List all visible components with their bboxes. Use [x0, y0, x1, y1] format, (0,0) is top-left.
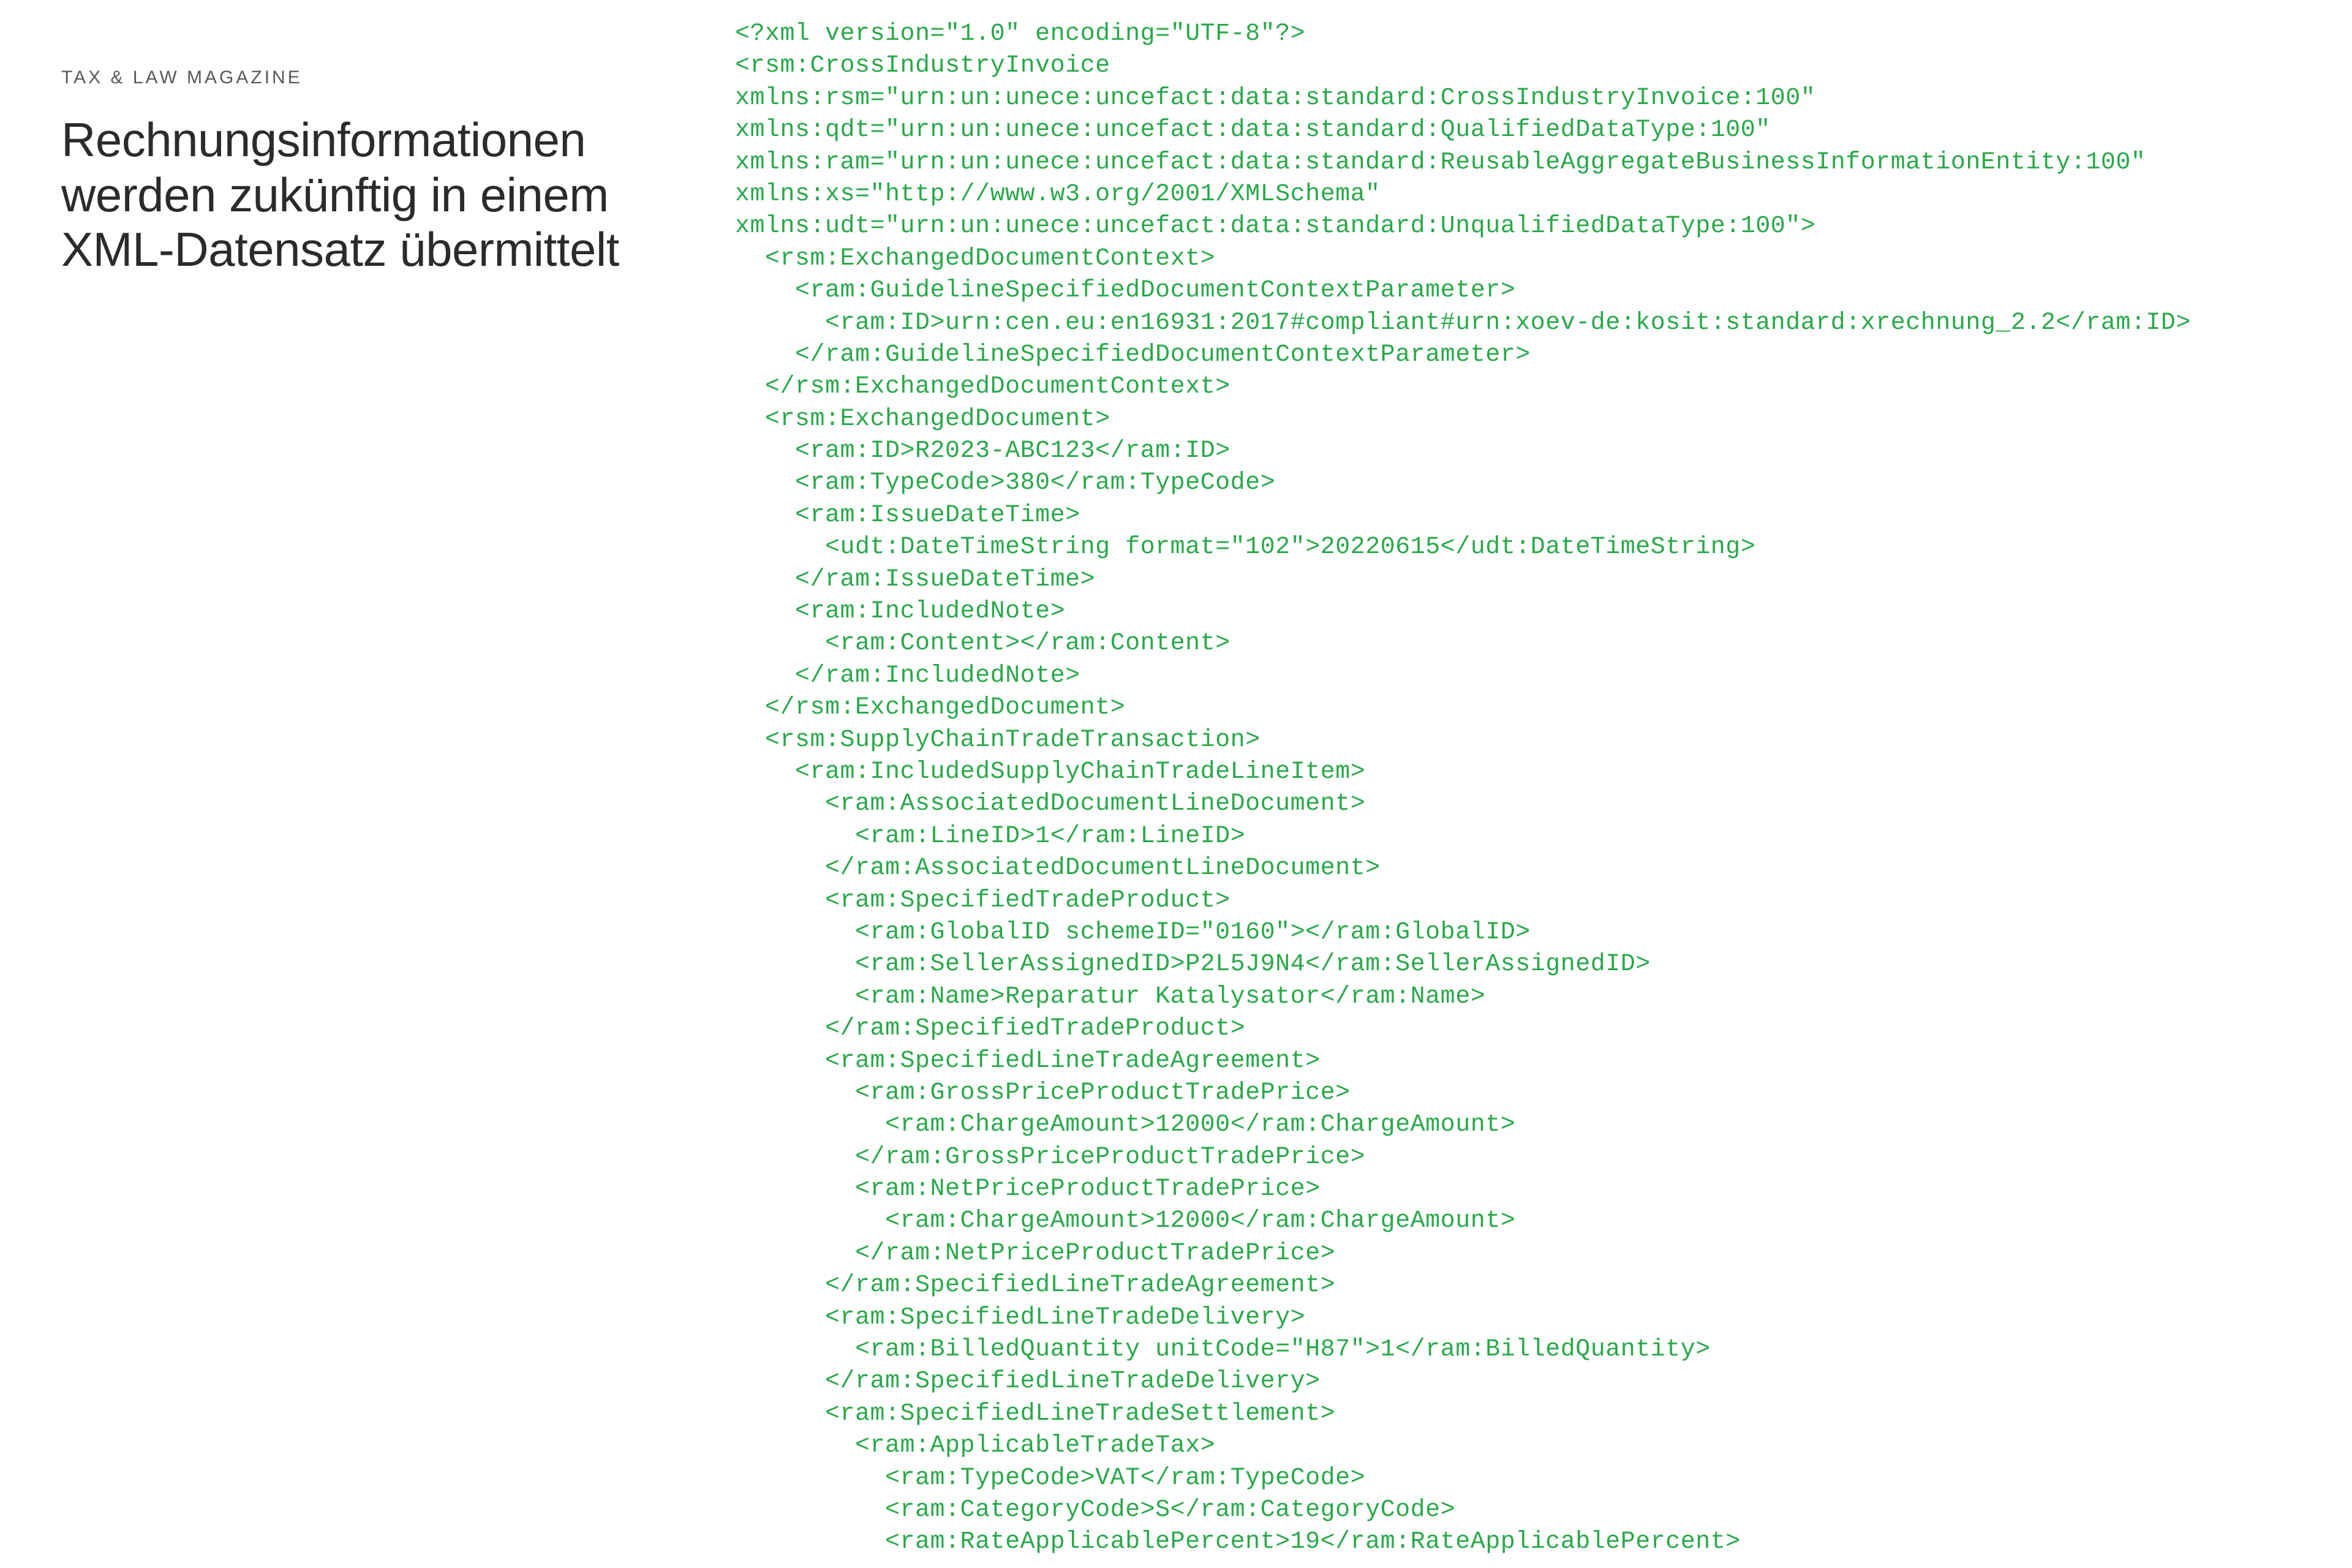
- xml-line: <ram:LineID>1</ram:LineID>: [735, 823, 1245, 850]
- page-root: TAX & LAW MAGAZINE Rechnungsinformatione…: [0, 0, 2352, 1559]
- xml-line: </ram:IssueDateTime>: [735, 566, 1095, 594]
- xml-line: </ram:SpecifiedLineTradeDelivery>: [735, 1368, 1321, 1395]
- xml-line: <rsm:ExchangedDocument>: [735, 405, 1110, 433]
- xml-line: <ram:GuidelineSpecifiedDocumentContextPa…: [735, 277, 1515, 304]
- xml-line: <ram:GlobalID schemeID="0160"></ram:Glob…: [735, 919, 1531, 946]
- xml-line: </ram:GuidelineSpecifiedDocumentContextP…: [735, 341, 1531, 369]
- xml-line: <ram:AssociatedDocumentLineDocument>: [735, 790, 1365, 818]
- xml-line: <ram:SpecifiedTradeProduct>: [735, 887, 1231, 914]
- xml-code-block: <?xml version="1.0" encoding="UTF-8"?> <…: [735, 18, 2291, 1559]
- xml-line: xmlns:udt="urn:un:unece:uncefact:data:st…: [735, 213, 1815, 240]
- xml-line: <ram:SpecifiedLineTradeDelivery>: [735, 1304, 1305, 1332]
- xml-line: <rsm:ExchangedDocumentContext>: [735, 245, 1215, 273]
- xml-line: <ram:GrossPriceProductTradePrice>: [735, 1079, 1351, 1107]
- xml-line: xmlns:rsm="urn:un:unece:uncefact:data:st…: [735, 85, 1815, 112]
- xml-line: <udt:DateTimeString format="102">2022061…: [735, 533, 1755, 561]
- xml-line: <ram:IssueDateTime>: [735, 502, 1080, 529]
- xml-line: <ram:TypeCode>380</ram:TypeCode>: [735, 469, 1275, 497]
- xml-line: </ram:NetPriceProductTradePrice>: [735, 1240, 1335, 1267]
- xml-line: <ram:IncludedNote>: [735, 598, 1065, 625]
- xml-line: <ram:Content></ram:Content>: [735, 630, 1231, 657]
- category-label: TAX & LAW MAGAZINE: [61, 67, 698, 88]
- xml-line: <ram:BilledQuantity unitCode="H87">1</ra…: [735, 1336, 1711, 1363]
- xml-line: </ram:AssociatedDocumentLineDocument>: [735, 854, 1381, 882]
- xml-line: <ram:RateApplicablePercent>19</ram:RateA…: [735, 1528, 1741, 1556]
- xml-line: <ram:TypeCode>VAT</ram:TypeCode>: [735, 1464, 1365, 1492]
- xml-line: <ram:ChargeAmount>12000</ram:ChargeAmoun…: [735, 1111, 1515, 1139]
- xml-line: <ram:Name>Reparatur Katalysator</ram:Nam…: [735, 983, 1485, 1011]
- xml-line: </ram:SpecifiedTradeProduct>: [735, 1015, 1245, 1042]
- xml-line: </rsm:ExchangedDocument>: [735, 694, 1125, 722]
- xml-line: <ram:IncludedSupplyChainTradeLineItem>: [735, 758, 1365, 786]
- xml-line: <ram:ID>R2023-ABC123</ram:ID>: [735, 437, 1231, 465]
- xml-line: <rsm:SupplyChainTradeTransaction>: [735, 726, 1261, 754]
- xml-line: <ram:ChargeAmount>12000</ram:ChargeAmoun…: [735, 1207, 1515, 1235]
- headline: Rechnungsinformationen werden zukünftig …: [61, 113, 698, 277]
- xml-line: <ram:ApplicableTradeTax>: [735, 1432, 1215, 1460]
- xml-line: xmlns:xs="http://www.w3.org/2001/XMLSche…: [735, 181, 1381, 208]
- xml-line: <ram:CategoryCode>S</ram:CategoryCode>: [735, 1496, 1455, 1524]
- xml-line: <ram:SpecifiedLineTradeSettlement>: [735, 1400, 1335, 1428]
- left-column: TAX & LAW MAGAZINE Rechnungsinformatione…: [61, 18, 735, 1559]
- right-column: <?xml version="1.0" encoding="UTF-8"?> <…: [735, 18, 2291, 1559]
- xml-line: <rsm:CrossIndustryInvoice: [735, 52, 1110, 80]
- xml-line: <ram:NetPriceProductTradePrice>: [735, 1175, 1321, 1203]
- xml-line: </ram:GrossPriceProductTradePrice>: [735, 1144, 1365, 1171]
- xml-line: xmlns:ram="urn:un:unece:uncefact:data:st…: [735, 149, 2146, 176]
- xml-line: <ram:SellerAssignedID>P2L5J9N4</ram:Sell…: [735, 951, 1651, 978]
- xml-line: </ram:SpecifiedLineTradeAgreement>: [735, 1272, 1335, 1299]
- xml-line: <ram:ID>urn:cen.eu:en16931:2017#complian…: [735, 309, 2191, 337]
- xml-line: </ram:IncludedNote>: [735, 662, 1080, 690]
- xml-line: <?xml version="1.0" encoding="UTF-8"?>: [735, 20, 1305, 48]
- xml-line: <ram:SpecifiedLineTradeAgreement>: [735, 1047, 1321, 1075]
- xml-line: xmlns:qdt="urn:un:unece:uncefact:data:st…: [735, 116, 1771, 144]
- xml-line: </rsm:ExchangedDocumentContext>: [735, 373, 1231, 401]
